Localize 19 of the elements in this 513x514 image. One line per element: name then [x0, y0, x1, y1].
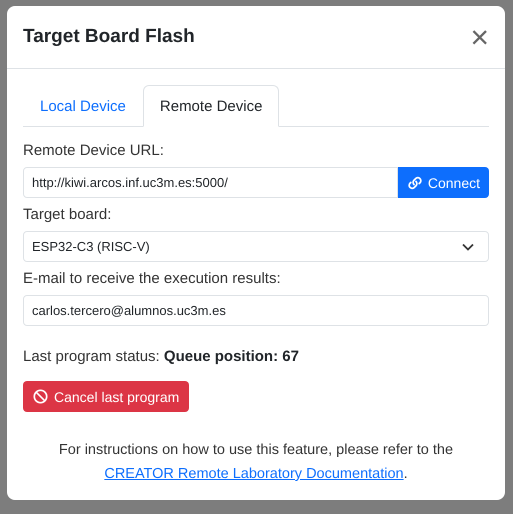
url-field[interactable]: http://kiwi.arcos.inf.uc3m.es:5000/ — [23, 167, 398, 198]
help-text: For instructions on how to use this feature, please refer to the — [58, 442, 454, 458]
tab[interactable]: Local Device — [23, 85, 143, 127]
cancel-button[interactable]: Cancel last program — [23, 381, 190, 412]
board-select[interactable]: ESP32-C3 (RISC-V) — [23, 231, 489, 262]
close-button[interactable]: × — [470, 21, 489, 53]
chevron-down-icon — [462, 242, 474, 250]
email-field[interactable]: carlos.tercero@alumnos.uc3m.es — [23, 295, 489, 326]
field-label: Target board: — [23, 206, 112, 223]
connect-button[interactable]: Connect — [398, 167, 489, 198]
field-label: E-mail to receive the execution results: — [23, 270, 282, 287]
link-icon — [406, 174, 423, 190]
status-text: Last program status: Queue position: 67 — [23, 348, 300, 365]
period-text: . — [404, 466, 408, 482]
field-label: Remote Device URL: — [23, 142, 165, 159]
prohibited-icon — [33, 389, 48, 404]
tab[interactable]: Remote Device — [142, 85, 280, 127]
dialog-title: Target Board Flash — [23, 26, 195, 48]
documentation-link[interactable]: CREATOR Remote Laboratory Documentation — [104, 466, 404, 482]
